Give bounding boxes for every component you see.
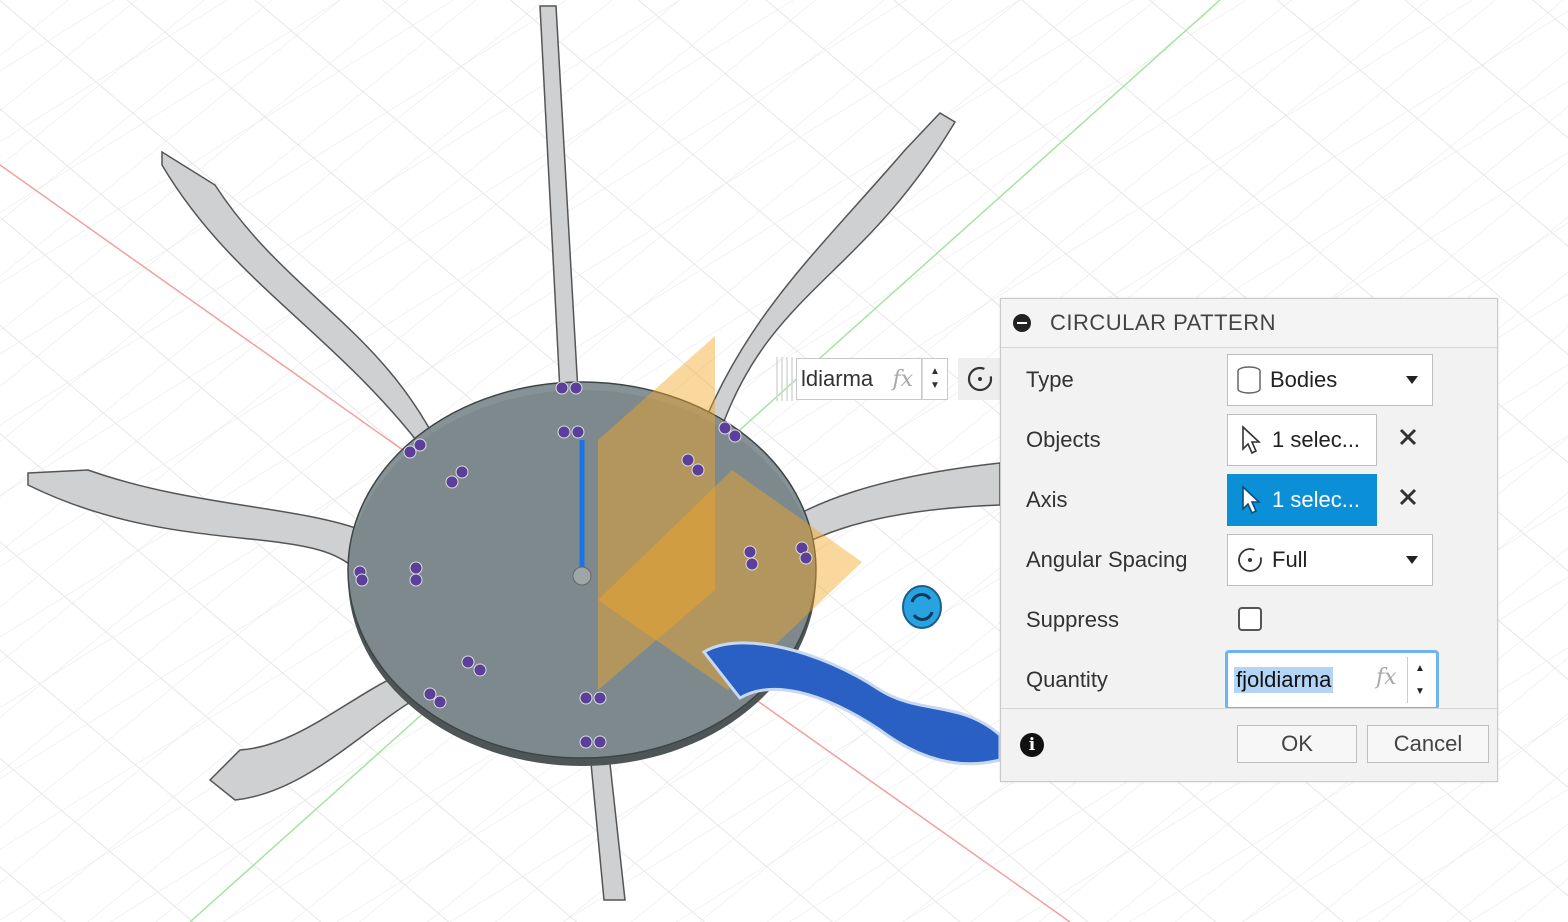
axis-label: Axis — [1026, 487, 1068, 512]
circular-pattern-dialog: CIRCULAR PATTERN Type Bodies Objects 1 s… — [1000, 298, 1498, 782]
fx-icon[interactable]: fx — [1376, 665, 1397, 690]
axis-row: Axis 1 selec... — [1001, 469, 1497, 529]
objects-row: Objects 1 selec... — [1001, 409, 1497, 469]
float-quantity-field[interactable]: ldiarma fx — [796, 358, 922, 400]
axis-value: 1 selec... — [1272, 487, 1361, 512]
angular-spacing-dropdown[interactable]: Full — [1227, 534, 1433, 586]
angular-spacing-value: Full — [1272, 547, 1308, 572]
objects-label: Objects — [1026, 427, 1101, 452]
ok-button[interactable]: OK — [1237, 725, 1357, 763]
objects-select-button[interactable]: 1 selec... — [1227, 414, 1377, 466]
type-value: Bodies — [1270, 367, 1338, 392]
stepper-up-icon[interactable]: ▲ — [1415, 663, 1425, 674]
objects-clear-icon[interactable] — [1397, 426, 1419, 448]
type-label: Type — [1026, 367, 1074, 392]
suppress-row: Suppress — [1001, 589, 1497, 649]
quantity-input[interactable]: fjoldiarma fx ▲ ▼ — [1225, 650, 1439, 710]
cancel-button[interactable]: Cancel — [1367, 725, 1489, 763]
stepper-up-icon[interactable]: ▲ — [930, 365, 940, 379]
dialog-footer: i OK Cancel — [1001, 708, 1497, 781]
disk-center-point — [572, 566, 592, 586]
quantity-float-input: ldiarma fx ▲ ▼ — [776, 356, 1002, 402]
axis-select-button[interactable]: 1 selec... — [1227, 474, 1377, 526]
cursor-arrow-icon — [1242, 425, 1262, 455]
type-row: Type Bodies — [1001, 349, 1497, 409]
float-quantity-stepper[interactable]: ▲ ▼ — [922, 358, 948, 400]
fx-icon[interactable]: fx — [892, 367, 913, 392]
chevron-down-icon — [1406, 376, 1418, 384]
body-icon — [1237, 366, 1261, 394]
quantity-stepper[interactable]: ▲ ▼ — [1407, 657, 1432, 703]
angular-spacing-row: Angular Spacing Full — [1001, 529, 1497, 589]
rotate-manipulator-icon[interactable] — [902, 585, 942, 629]
float-quantity-value[interactable]: ldiarma — [801, 366, 892, 392]
stepper-down-icon[interactable]: ▼ — [930, 379, 940, 393]
chevron-down-icon — [1406, 556, 1418, 564]
objects-value: 1 selec... — [1272, 427, 1361, 452]
suppress-label: Suppress — [1026, 607, 1119, 632]
cursor-arrow-icon — [1242, 485, 1262, 515]
axis-clear-icon[interactable] — [1397, 486, 1419, 508]
quantity-label: Quantity — [1026, 667, 1108, 692]
dialog-header[interactable]: CIRCULAR PATTERN — [1001, 299, 1497, 348]
full-circle-icon — [1238, 548, 1262, 572]
collapse-icon[interactable] — [1013, 314, 1031, 332]
suppress-checkbox[interactable] — [1238, 607, 1262, 631]
dialog-title: CIRCULAR PATTERN — [1050, 310, 1276, 335]
angular-spacing-icon[interactable] — [958, 358, 1002, 400]
info-icon[interactable]: i — [1020, 733, 1044, 757]
drag-handle[interactable] — [776, 357, 796, 401]
type-dropdown[interactable]: Bodies — [1227, 354, 1433, 406]
stepper-down-icon[interactable]: ▼ — [1415, 686, 1425, 697]
quantity-value[interactable]: fjoldiarma — [1234, 667, 1334, 693]
angular-spacing-label: Angular Spacing — [1026, 547, 1188, 572]
